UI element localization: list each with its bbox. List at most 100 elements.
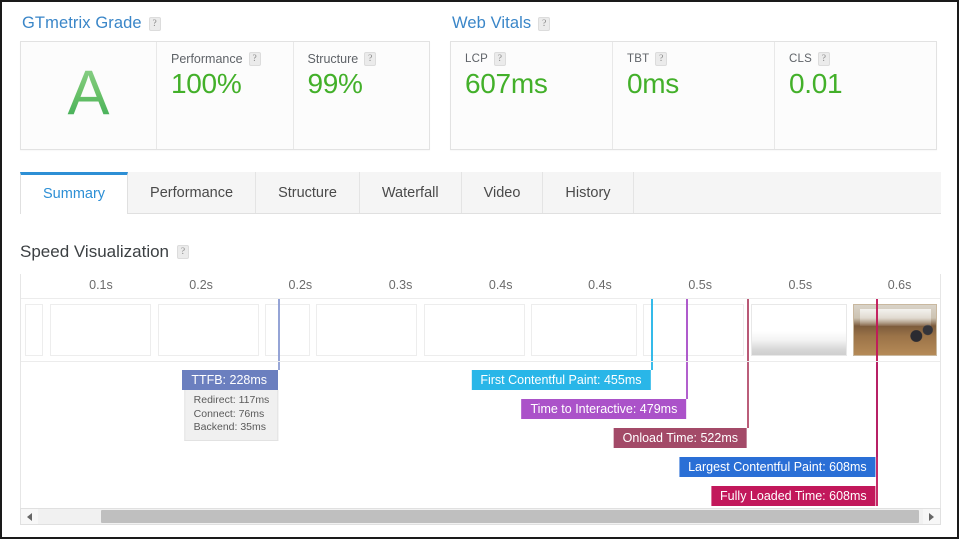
report-tabs: Summary Performance Structure Waterfall Vide… — [20, 172, 941, 214]
help-icon[interactable]: ? — [148, 16, 161, 31]
filmstrip-frame-photo — [852, 304, 938, 356]
performance-label-text: Performance — [171, 52, 243, 66]
ttfb-breakdown-row: Connect: 76ms — [193, 407, 265, 420]
tab-label: Video — [483, 184, 521, 201]
event-marker-line — [650, 362, 653, 370]
summary-panels-row: GTmetrix Grade ? A Performance ? 100% St… — [2, 2, 957, 150]
help-icon[interactable]: ? — [177, 245, 190, 259]
timeline-axis: 0.1s 0.2s 0.2s 0.3s 0.4s 0.4s 0.5s 0.5s 0.6s — [21, 274, 940, 299]
chevron-right-icon — [929, 512, 934, 521]
axis-tick: 0.4s — [488, 278, 513, 292]
cls-metric-cell: CLS ? 0.01 — [775, 42, 936, 149]
filmstrip-frame-blank — [24, 304, 44, 356]
tab-structure[interactable]: Structure — [256, 172, 360, 213]
axis-tick: 0.4s — [588, 278, 612, 292]
lcp-label-text: LCP — [465, 53, 488, 65]
filmstrip-frame-blank — [265, 304, 310, 356]
event-label-largest-contentful-paint[interactable]: Largest Contentful Paint: 608ms — [679, 457, 876, 477]
event-labels-area: TTFB: 228ms Redirect: 117ms Connect: 76ms B… — [21, 362, 940, 512]
web-vitals-panel: Web Vitals ? LCP ? 607ms TBT ? 0ms CLS ?… — [450, 14, 937, 150]
axis-tick: 0.1s — [89, 278, 113, 292]
lcp-metric-value: 607ms — [465, 68, 548, 99]
structure-metric-label: Structure ? — [308, 52, 416, 66]
tab-performance[interactable]: Performance — [128, 172, 257, 213]
filmstrip — [21, 299, 940, 362]
axis-tick: 0.2s — [288, 278, 313, 292]
event-marker-line — [747, 362, 749, 428]
event-label-onload-time[interactable]: Onload Time: 522ms — [613, 428, 747, 448]
filmstrip-marker-line — [278, 299, 281, 361]
filmstrip-marker-line — [747, 299, 749, 361]
tbt-label-text: TBT — [627, 53, 650, 65]
tab-label: Performance — [150, 184, 234, 201]
ttfb-breakdown-row: Redirect: 117ms — [193, 394, 270, 406]
chevron-left-icon — [27, 512, 32, 521]
axis-tick: 0.5s — [688, 278, 712, 292]
filmstrip-marker-line — [686, 299, 689, 361]
tab-summary[interactable]: Summary — [20, 172, 129, 214]
filmstrip-marker-line — [650, 299, 653, 361]
event-marker-line — [278, 362, 281, 370]
structure-metric-cell: Structure ? 99% — [293, 42, 429, 149]
tab-history[interactable]: History — [543, 172, 634, 213]
help-icon[interactable]: ? — [538, 16, 551, 31]
web-vitals-title: Web Vitals ? — [452, 14, 937, 33]
tab-label: Waterfall — [381, 184, 439, 201]
event-label-first-contentful-paint[interactable]: First Contentful Paint: 455ms — [471, 370, 651, 390]
performance-metric-cell: Performance ? 100% — [157, 42, 294, 149]
axis-tick: 0.3s — [388, 278, 413, 292]
event-label-fully-loaded-time[interactable]: Fully Loaded Time: 608ms — [711, 486, 876, 506]
cls-metric-label: CLS ? — [789, 52, 922, 66]
help-icon[interactable]: ? — [364, 52, 377, 66]
lcp-metric-cell: LCP ? 607ms — [451, 42, 613, 149]
horizontal-scrollbar[interactable] — [20, 508, 941, 525]
lcp-metric-label: LCP ? — [465, 52, 598, 66]
filmstrip-frame-blank — [643, 304, 745, 356]
speed-visualization-heading: Speed Visualization ? — [20, 242, 190, 262]
help-icon[interactable]: ? — [655, 52, 668, 66]
help-icon[interactable]: ? — [248, 52, 261, 66]
tab-waterfall[interactable]: Waterfall — [359, 172, 462, 213]
filmstrip-frame-blank — [315, 304, 418, 356]
gtmetrix-grade-panel: GTmetrix Grade ? A Performance ? 100% St… — [20, 14, 430, 150]
structure-label-text: Structure — [307, 52, 359, 66]
scroll-right-button[interactable] — [923, 509, 940, 524]
event-label-time-to-interactive[interactable]: Time to Interactive: 479ms — [521, 399, 687, 419]
ttfb-breakdown-row: Backend: 35ms — [193, 421, 267, 433]
tab-label: Structure — [278, 184, 337, 201]
help-icon[interactable]: ? — [817, 52, 830, 66]
web-vitals-card: LCP ? 607ms TBT ? 0ms CLS ? 0.01 — [450, 41, 937, 150]
gtmetrix-grade-title: GTmetrix Grade ? — [22, 14, 430, 33]
performance-metric-value: 100% — [171, 68, 242, 99]
scrollbar-track[interactable] — [38, 509, 923, 524]
filmstrip-frame-partial — [750, 304, 848, 356]
tbt-metric-cell: TBT ? 0ms — [613, 42, 775, 149]
tab-label: Summary — [43, 186, 106, 202]
scroll-left-button[interactable] — [21, 509, 38, 524]
performance-metric-label: Performance ? — [171, 52, 279, 66]
tabs-filler — [633, 172, 941, 213]
gtmetrix-grade-title-text: GTmetrix Grade — [22, 14, 142, 32]
filmstrip-marker-line — [875, 299, 878, 361]
event-marker-line — [875, 362, 878, 506]
event-label-ttfb[interactable]: TTFB: 228ms — [182, 370, 279, 390]
gtmetrix-report-page: GTmetrix Grade ? A Performance ? 100% St… — [0, 0, 959, 539]
tab-video[interactable]: Video — [461, 172, 544, 213]
tbt-metric-label: TBT ? — [627, 52, 760, 66]
filmstrip-frame-blank — [423, 304, 525, 356]
cls-metric-value: 0.01 — [789, 68, 843, 99]
help-icon[interactable]: ? — [493, 52, 506, 66]
scrollbar-thumb[interactable] — [101, 510, 919, 523]
event-marker-line — [686, 362, 689, 399]
structure-metric-value: 99% — [307, 68, 363, 99]
tbt-metric-value: 0ms — [627, 68, 679, 99]
grade-cell: A — [21, 42, 157, 149]
filmstrip-frame-blank — [50, 304, 152, 356]
gtmetrix-grade-card: A Performance ? 100% Structure ? 99% — [20, 41, 430, 150]
filmstrip-frame-blank — [531, 304, 637, 356]
cls-label-text: CLS — [789, 53, 812, 65]
axis-tick: 0.6s — [887, 278, 912, 292]
axis-tick: 0.2s — [189, 278, 213, 292]
filmstrip-frame-blank — [157, 304, 259, 356]
speed-visualization-heading-text: Speed Visualization — [20, 242, 170, 261]
